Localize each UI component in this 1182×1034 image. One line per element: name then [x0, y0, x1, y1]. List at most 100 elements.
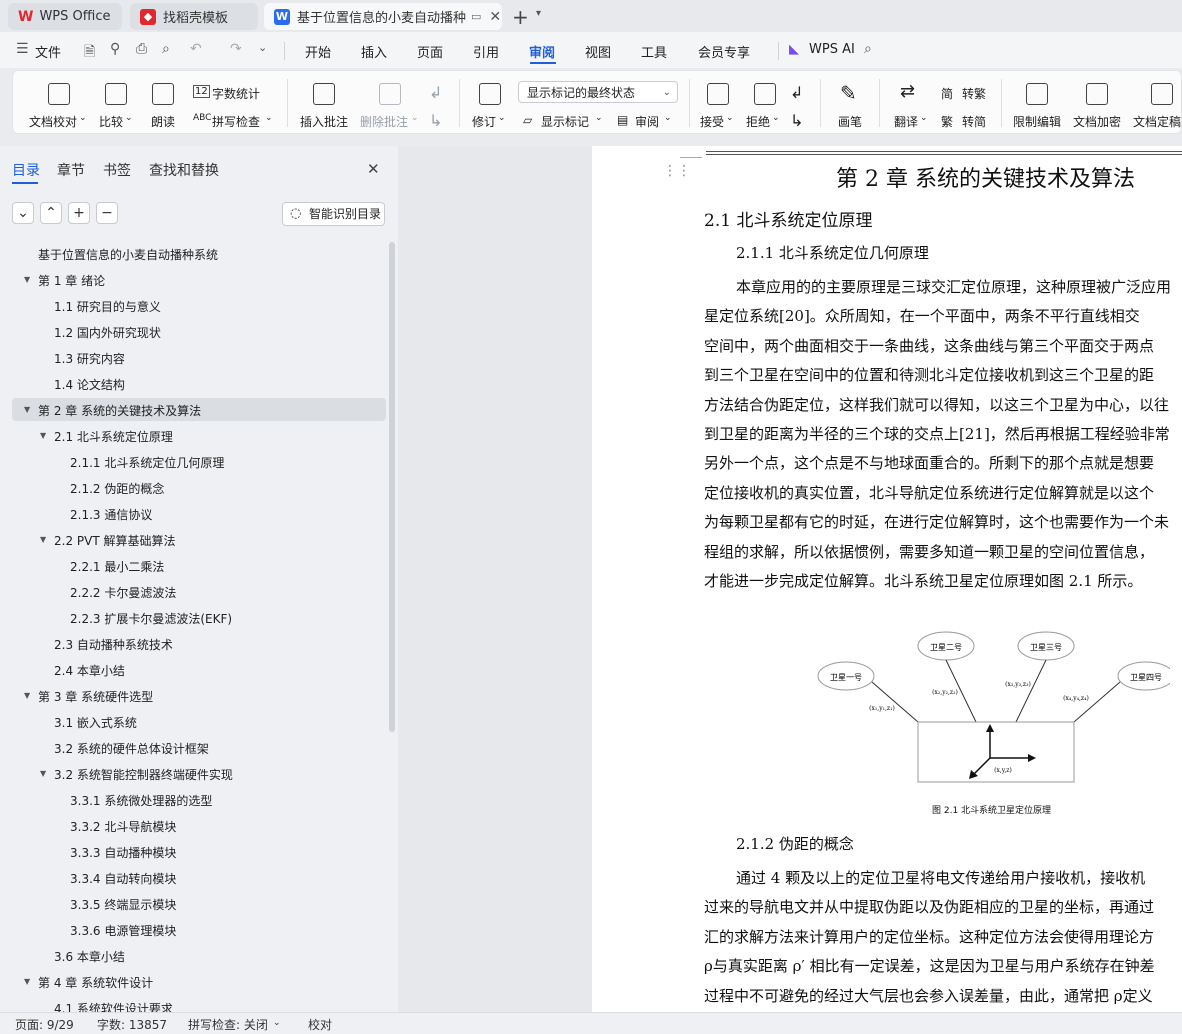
toc-item[interactable]: 3.2 系统智能控制器终端硬件实现: [54, 766, 233, 783]
nav-tab-find-replace[interactable]: 查找和替换: [149, 160, 219, 180]
toc-item[interactable]: 第 3 章 系统硬件选型: [38, 688, 153, 705]
toc-item[interactable]: 3.6 本章小结: [54, 948, 125, 965]
nav-tab-toc[interactable]: 目录: [12, 160, 40, 180]
remove-heading-button[interactable]: −: [96, 202, 118, 224]
toc-item[interactable]: 2.1.1 北斗系统定位几何原理: [70, 454, 224, 471]
accept-button[interactable]: 接受: [700, 113, 724, 130]
toc-item[interactable]: 2.1.3 通信协议: [70, 506, 152, 523]
smart-toc-button[interactable]: ◌ 智能识别目录: [282, 202, 385, 226]
toc-item[interactable]: 3.3.5 终端显示模块: [70, 896, 176, 913]
to-traditional-button[interactable]: 转繁: [962, 85, 986, 102]
expand-caret-icon[interactable]: ▼: [40, 769, 46, 778]
track-changes-button[interactable]: 修订: [472, 113, 496, 130]
expand-caret-icon[interactable]: ▼: [24, 275, 30, 284]
toc-item[interactable]: 2.3 自动播种系统技术: [54, 636, 173, 653]
toc-item[interactable]: 3.1 嵌入式系统: [54, 714, 137, 731]
tab-list-chevron-icon[interactable]: ▾: [536, 8, 541, 19]
previous-comment-icon[interactable]: ↲: [429, 83, 442, 102]
pen-button[interactable]: 画笔: [838, 113, 862, 130]
expand-caret-icon[interactable]: ▼: [40, 431, 46, 440]
menu-member[interactable]: 会员专享: [698, 42, 750, 61]
undo-icon[interactable]: ↶: [190, 41, 202, 57]
chevron-down-icon[interactable]: ⌄: [772, 113, 780, 123]
chevron-down-icon[interactable]: ⌄: [920, 113, 928, 123]
share-icon[interactable]: ⚲: [110, 41, 120, 57]
toc-item[interactable]: 3.3.6 电源管理模块: [70, 922, 176, 939]
expand-caret-icon[interactable]: ▼: [24, 691, 30, 700]
toc-item[interactable]: 2.2.2 卡尔曼滤波法: [70, 584, 176, 601]
toc-item[interactable]: 2.2.3 扩展卡尔曼滤波法(EKF): [70, 610, 232, 627]
expand-up-button[interactable]: ⌃: [40, 202, 62, 224]
finalize-button[interactable]: 文档定稿: [1133, 113, 1181, 130]
toc-item[interactable]: 2.1 北斗系统定位原理: [54, 428, 173, 445]
menu-tools[interactable]: 工具: [641, 42, 667, 61]
previous-change-icon[interactable]: ↲: [790, 83, 803, 102]
expand-caret-icon[interactable]: ▼: [24, 405, 30, 414]
toc-item[interactable]: 第 2 章 系统的关键技术及算法: [38, 402, 201, 419]
chevron-down-icon[interactable]: ⌄: [265, 113, 273, 123]
toc-item[interactable]: 1.4 论文结构: [54, 376, 125, 393]
menu-view[interactable]: 视图: [585, 42, 611, 61]
compare-button[interactable]: 比较: [99, 113, 123, 130]
toc-item[interactable]: 3.3.2 北斗导航模块: [70, 818, 176, 835]
toc-item[interactable]: 2.4 本章小结: [54, 662, 125, 679]
toc-item[interactable]: 1.3 研究内容: [54, 350, 125, 367]
expand-caret-icon[interactable]: ▼: [24, 977, 30, 986]
window-icon[interactable]: ▭: [471, 10, 481, 23]
toc-item[interactable]: 第 4 章 系统软件设计: [38, 974, 153, 991]
encrypt-button[interactable]: 文档加密: [1073, 113, 1121, 130]
delete-comment-button[interactable]: 删除批注: [360, 113, 408, 130]
collapse-all-button[interactable]: ⌄: [12, 202, 34, 224]
chevron-down-icon[interactable]: ⌄: [664, 113, 672, 123]
word-count-button[interactable]: 字数统计: [212, 85, 260, 102]
close-tab-icon[interactable]: ✕: [489, 9, 501, 25]
menu-references[interactable]: 引用: [473, 42, 499, 61]
add-heading-button[interactable]: +: [68, 202, 90, 224]
menu-wps-ai[interactable]: WPS AI: [809, 42, 855, 57]
menu-review[interactable]: 审阅: [529, 42, 555, 61]
chevron-down-icon[interactable]: ⌄: [125, 113, 133, 123]
scrollbar[interactable]: [389, 242, 395, 732]
toc-item[interactable]: 3.3.1 系统微处理器的选型: [70, 792, 212, 809]
chevron-down-icon[interactable]: ⌄: [498, 113, 506, 123]
chevron-down-icon[interactable]: ⌄: [726, 113, 734, 123]
toc-item[interactable]: 2.2 PVT 解算基础算法: [54, 532, 176, 549]
spell-check-indicator[interactable]: 拼写检查: 关闭: [188, 1016, 268, 1033]
to-simplified-button[interactable]: 转简: [962, 113, 986, 130]
show-markup-button[interactable]: 显示标记: [541, 113, 589, 130]
translate-button[interactable]: 翻译: [894, 113, 918, 130]
next-change-icon[interactable]: ↳: [790, 111, 803, 130]
proof-indicator[interactable]: 校对: [308, 1016, 332, 1033]
markup-state-select[interactable]: 显示标记的最终状态 ⌄: [518, 81, 678, 103]
toc-item[interactable]: 1.1 研究目的与意义: [54, 298, 161, 315]
search-icon[interactable]: ⌕: [864, 41, 872, 57]
print-preview-icon[interactable]: ⌕: [162, 41, 170, 57]
toc-item[interactable]: 3.3.4 自动转向模块: [70, 870, 176, 887]
toc-item[interactable]: 3.3.3 自动播种模块: [70, 844, 176, 861]
page-indicator[interactable]: 页面: 9/29: [15, 1016, 74, 1033]
insert-comment-button[interactable]: 插入批注: [300, 113, 348, 130]
new-tab-icon[interactable]: +: [512, 5, 529, 29]
nav-tab-bookmarks[interactable]: 书签: [103, 160, 131, 180]
save-icon[interactable]: 🗎: [84, 41, 95, 65]
proofread-button[interactable]: 文档校对: [29, 113, 77, 130]
menu-file[interactable]: 文件: [35, 42, 61, 61]
menu-home[interactable]: 开始: [305, 42, 331, 61]
menu-page[interactable]: 页面: [417, 42, 443, 61]
quick-access-chevron-icon[interactable]: ⌄: [258, 41, 267, 54]
tab-wps-office[interactable]: W WPS Office: [8, 3, 122, 30]
drag-handle-icon[interactable]: ⋮⋮: [663, 163, 691, 179]
chevron-down-icon[interactable]: ⌄: [273, 1018, 281, 1028]
toc-item[interactable]: 2.2.1 最小二乘法: [70, 558, 164, 575]
tab-template[interactable]: ◆ 找稻壳模板: [130, 3, 258, 30]
close-icon[interactable]: ✕: [367, 160, 380, 178]
chevron-down-icon[interactable]: ⌄: [595, 113, 603, 123]
toc-item[interactable]: 基于位置信息的小麦自动播种系统: [38, 246, 218, 263]
nav-tab-chapters[interactable]: 章节: [57, 160, 85, 180]
review-pane-button[interactable]: 审阅: [635, 113, 659, 130]
reject-button[interactable]: 拒绝: [746, 113, 770, 130]
menu-insert[interactable]: 插入: [361, 42, 387, 61]
toc-item[interactable]: 第 1 章 绪论: [38, 272, 105, 289]
spell-check-button[interactable]: 拼写检查: [212, 113, 260, 130]
redo-icon[interactable]: ↷: [230, 41, 242, 57]
